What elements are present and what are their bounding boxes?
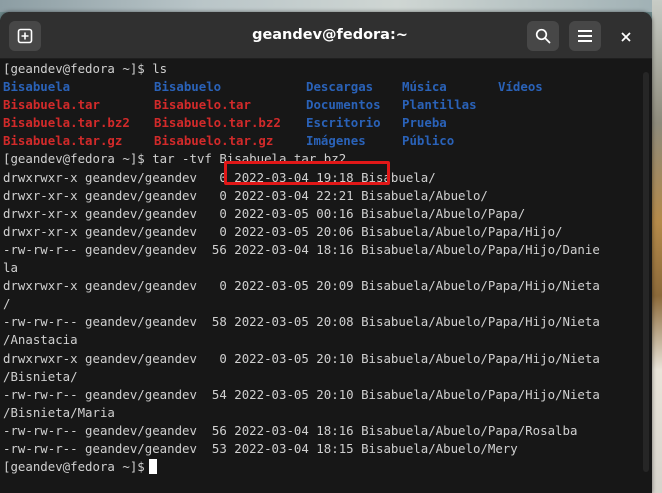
tar-line: -rw-rw-r-- geandev/geandev 56 2022-03-04…: [3, 422, 578, 438]
window-title: geandev@fedora:~: [252, 27, 408, 43]
ls-item-archive: Bisabuela.tar.bz2: [3, 115, 130, 131]
prompt-text: [geandev@fedora ~]$: [3, 459, 145, 475]
prompt-line-tar: [geandev@fedora ~]$ tar -tvf Bisabuela.t…: [3, 151, 347, 167]
tar-line: /Bisnieta/Maria: [3, 404, 115, 420]
tar-line: drwxrwxr-x geandev/geandev 0 2022-03-05 …: [3, 350, 600, 366]
header-bar: geandev@fedora:~: [0, 12, 652, 59]
desktop-background-right: [652, 0, 662, 493]
tar-line: drwxr-xr-x geandev/geandev 0 2022-03-05 …: [3, 223, 563, 239]
tar-output: drwxrwxr-x geandev/geandev 0 2022-03-04 …: [3, 169, 640, 459]
ls-item-dir: Música: [402, 79, 447, 95]
prompt-line-current: [geandev@fedora ~]$: [3, 458, 640, 476]
ls-item-dir: Imágenes: [306, 133, 366, 149]
ls-item-dir: Escritorio: [306, 115, 381, 131]
search-button[interactable]: [527, 21, 559, 51]
close-button[interactable]: [611, 21, 641, 51]
tar-line: la: [3, 260, 18, 276]
hamburger-menu-icon: [577, 29, 593, 43]
ls-item-dir: Bisabuelo: [154, 79, 222, 95]
tar-line: drwxr-xr-x geandev/geandev 0 2022-03-05 …: [3, 205, 526, 221]
ls-item-archive: Bisabuela.tar: [3, 97, 100, 113]
menu-button[interactable]: [569, 21, 601, 51]
close-icon: [621, 27, 631, 46]
ls-item-dir: Bisabuela: [3, 79, 71, 95]
tar-line: /Anastacia: [3, 332, 78, 348]
tar-line: -rw-rw-r-- geandev/geandev 58 2022-03-05…: [3, 314, 600, 330]
ls-item-archive: Bisabuela.tar.gz: [3, 133, 123, 149]
terminal-output[interactable]: [geandev@fedora ~]$ ls Bisabuela Bisabue…: [0, 60, 640, 493]
tar-line: drwxr-xr-x geandev/geandev 0 2022-03-04 …: [3, 187, 488, 203]
ls-item-archive: Bisabuelo.tar.bz2: [154, 115, 281, 131]
tar-line: -rw-rw-r-- geandev/geandev 54 2022-03-05…: [3, 386, 600, 402]
tar-line: drwxrwxr-x geandev/geandev 0 2022-03-05 …: [3, 278, 600, 294]
tar-line: -rw-rw-r-- geandev/geandev 53 2022-03-04…: [3, 440, 518, 456]
ls-item-dir: Público: [402, 133, 455, 149]
ls-item-archive: Bisabuelo.tar.gz: [154, 133, 274, 149]
text-cursor: [148, 459, 157, 475]
plus-square-icon: [17, 28, 33, 44]
ls-item-dir: Prueba: [402, 115, 447, 131]
tar-line: drwxrwxr-x geandev/geandev 0 2022-03-04 …: [3, 169, 436, 185]
ls-item-dir: Plantillas: [402, 97, 477, 113]
search-icon: [535, 28, 551, 44]
ls-item-archive: Bisabuelo.tar: [154, 97, 251, 113]
tar-line: /Bisnieta/: [3, 368, 78, 384]
scrollbar[interactable]: [643, 72, 649, 472]
desktop-background-top: [0, 0, 662, 12]
prompt-line-ls: [geandev@fedora ~]$ ls: [3, 61, 168, 76]
tar-line: /: [3, 296, 11, 312]
new-tab-button[interactable]: [9, 21, 41, 51]
tar-line: -rw-rw-r-- geandev/geandev 56 2022-03-04…: [3, 241, 600, 257]
terminal-window: geandev@fedora:~ [geandev@fedora ~]$ ls …: [0, 12, 652, 493]
ls-item-dir: Descargas: [306, 79, 374, 95]
ls-output: Bisabuela Bisabuelo Descargas Música Víd…: [3, 78, 640, 150]
ls-item-dir: Vídeos: [498, 79, 543, 95]
ls-item-dir: Documentos: [306, 97, 381, 113]
